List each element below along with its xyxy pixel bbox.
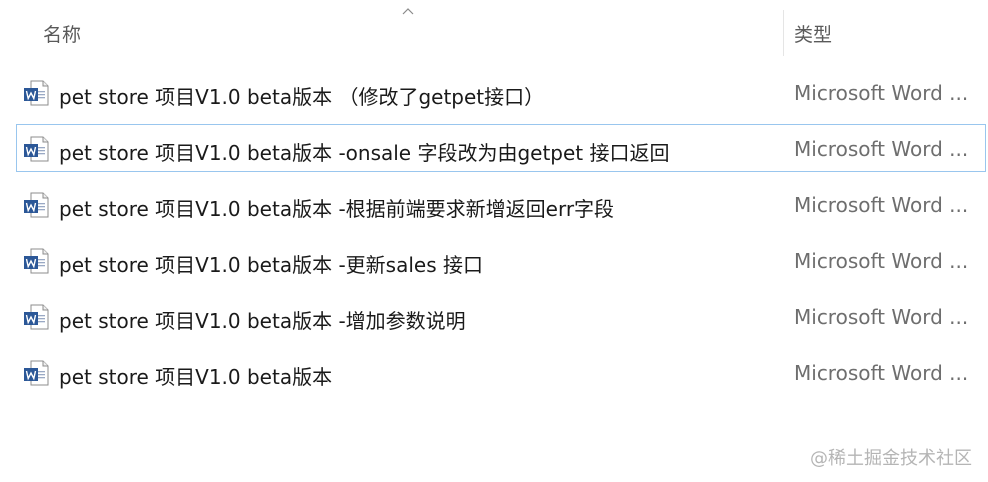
column-header-name[interactable]: 名称 [43,20,81,47]
file-row[interactable]: pet store 项目V1.0 beta版本 -增加参数说明 Microsof… [16,292,986,340]
column-header-type[interactable]: 类型 [794,20,832,47]
word-document-icon [24,192,49,218]
file-name: pet store 项目V1.0 beta版本 -增加参数说明 [59,309,466,333]
file-name: pet store 项目V1.0 beta版本 -根据前端要求新增返回err字段 [59,197,615,221]
file-type: Microsoft Word ... [794,305,969,329]
file-type: Microsoft Word ... [794,361,969,385]
word-document-icon [24,80,49,106]
watermark: @稀土掘金技术社区 [810,448,972,469]
file-name: pet store 项目V1.0 beta版本 [59,365,333,389]
file-row-selected[interactable]: pet store 项目V1.0 beta版本 -onsale 字段改为由get… [16,124,986,172]
column-divider[interactable] [783,10,784,56]
file-row[interactable]: pet store 项目V1.0 beta版本 -更新sales 接口 Micr… [16,236,986,284]
file-type: Microsoft Word ... [794,137,969,161]
chevron-up-icon [402,8,414,15]
word-document-icon [24,360,49,386]
word-document-icon [24,304,49,330]
column-header-bar: 名称 类型 [0,0,988,64]
file-name: pet store 项目V1.0 beta版本 （修改了getpet接口） [59,85,545,109]
file-type: Microsoft Word ... [794,81,969,105]
file-type: Microsoft Word ... [794,193,969,217]
word-document-icon [24,136,49,162]
file-row[interactable]: pet store 项目V1.0 beta版本 Microsoft Word .… [16,348,986,396]
file-name: pet store 项目V1.0 beta版本 -更新sales 接口 [59,253,483,277]
file-name: pet store 项目V1.0 beta版本 -onsale 字段改为由get… [59,141,670,165]
file-row[interactable]: pet store 项目V1.0 beta版本 （修改了getpet接口） Mi… [16,68,986,116]
file-row[interactable]: pet store 项目V1.0 beta版本 -根据前端要求新增返回err字段… [16,180,986,228]
file-type: Microsoft Word ... [794,249,969,273]
word-document-icon [24,248,49,274]
